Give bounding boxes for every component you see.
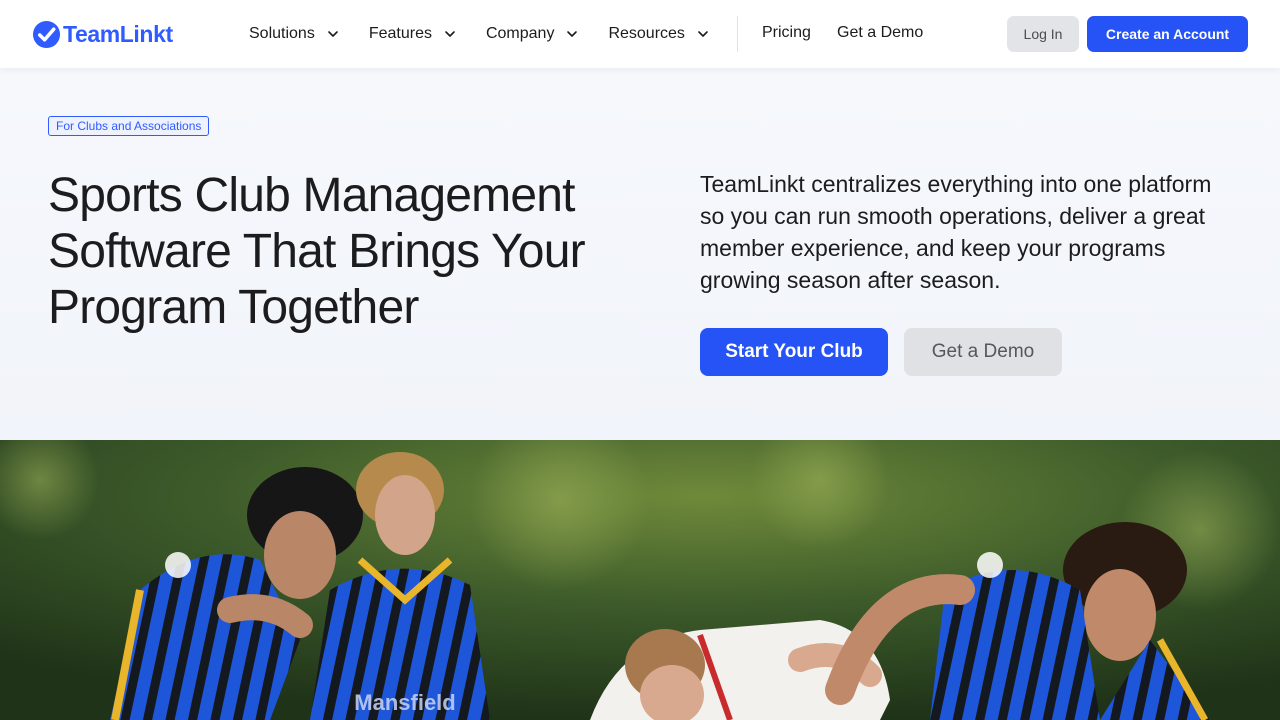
- check-circle-icon: [32, 20, 61, 48]
- main-nav: Solutions Features Company Resources: [249, 22, 739, 46]
- chevron-down-icon: [445, 31, 455, 37]
- nav-item-label: Company: [485, 25, 555, 42]
- nav-item-label: Resources: [608, 25, 685, 42]
- nav-item-label: Features: [368, 25, 432, 42]
- jersey-text: Mansfield: [354, 690, 455, 715]
- nav-divider: [737, 16, 738, 52]
- site-header: TeamLinkt Solutions Features Company Res…: [0, 0, 1280, 68]
- pricing-link[interactable]: Pricing: [762, 24, 811, 42]
- get-a-demo-link[interactable]: Get a Demo: [837, 24, 923, 42]
- hero-section: For Clubs and Associations Sports Club M…: [0, 68, 1280, 440]
- logo-text: TeamLinkt: [63, 20, 173, 47]
- nav-item-solutions[interactable]: Solutions: [249, 25, 339, 43]
- nav-item-label: Solutions: [249, 25, 315, 42]
- create-account-button[interactable]: Create an Account: [1087, 16, 1248, 52]
- chevron-down-icon: [567, 31, 578, 37]
- nav-item-company[interactable]: Company: [486, 25, 578, 43]
- nav-item-resources[interactable]: Resources: [608, 25, 708, 43]
- chevron-down-icon: [698, 31, 708, 37]
- soccer-players-photo: Mansfield: [0, 440, 1280, 720]
- start-your-club-button[interactable]: Start Your Club: [700, 328, 888, 376]
- hero-description: TeamLinkt centralizes everything into on…: [700, 171, 1212, 293]
- get-a-demo-button[interactable]: Get a Demo: [904, 328, 1062, 376]
- audience-badge: For Clubs and Associations: [48, 116, 210, 136]
- chevron-down-icon: [328, 31, 338, 37]
- nav-item-features[interactable]: Features: [369, 25, 456, 43]
- log-in-button[interactable]: Log In: [1007, 16, 1079, 52]
- logo-link[interactable]: TeamLinkt: [32, 19, 173, 49]
- hero-title: Sports Club Management Software That Bri…: [48, 169, 586, 334]
